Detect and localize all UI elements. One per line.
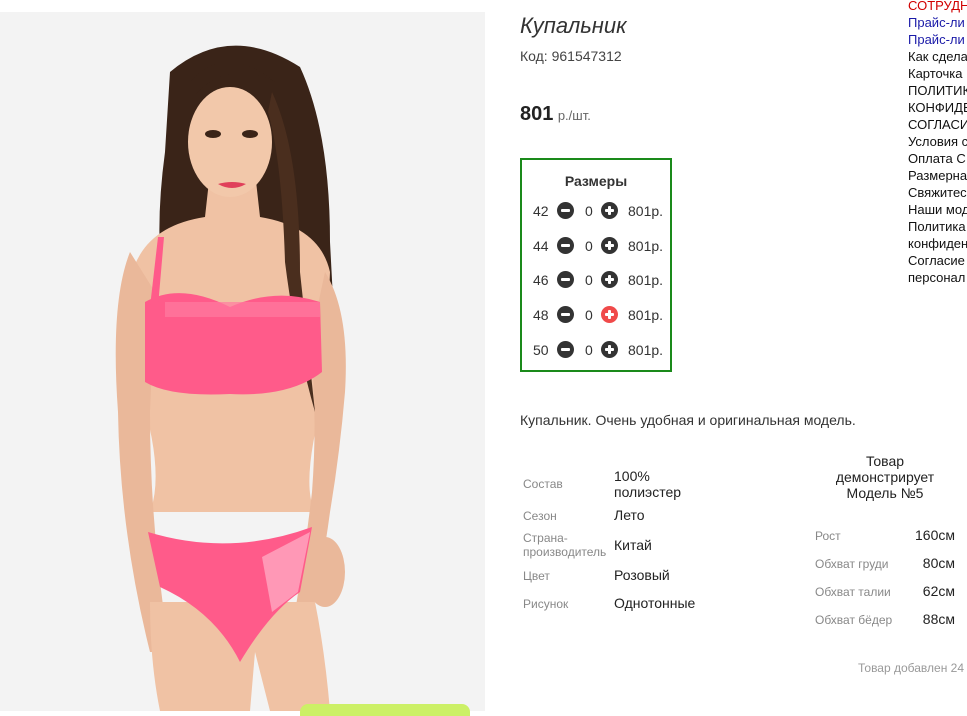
side-menu-item[interactable]: Наши мод [908, 201, 967, 218]
size-label: 48 [533, 307, 549, 323]
side-menu-item[interactable]: Прайс-ли [908, 14, 967, 31]
attr-value: Лето [614, 507, 645, 523]
side-menu-item[interactable]: Политика [908, 218, 967, 235]
minus-icon[interactable] [557, 271, 574, 288]
green-tab[interactable] [300, 704, 470, 716]
size-label: 46 [533, 272, 549, 288]
price-unit: р./шт. [557, 108, 591, 123]
plus-icon[interactable] [601, 202, 618, 219]
side-menu-item[interactable]: Размерна [908, 167, 967, 184]
side-menu-item[interactable]: СОГЛАСИ [908, 116, 967, 133]
product-title: Купальник [520, 13, 627, 38]
size-row: 42 0 801р. [522, 200, 670, 224]
sizes-box: Размеры 42 0 801р. 44 0 801р. 46 0 801р.… [520, 158, 672, 372]
product-code: Код: 961547312 [520, 48, 622, 64]
attr-label: Рисунок [523, 597, 569, 611]
side-menu-item[interactable]: Оплата С [908, 150, 967, 167]
attr-value: Китай [614, 537, 652, 553]
side-menu-item[interactable]: Условия с [908, 133, 967, 150]
attr-label: Состав [523, 477, 563, 491]
price: 801 р./шт. [520, 103, 591, 126]
size-label: 50 [533, 342, 549, 358]
side-menu-item[interactable]: Согласие [908, 252, 967, 269]
added-date: Товар добавлен 24 [858, 661, 965, 675]
attr-value: Розовый [614, 567, 670, 583]
minus-icon[interactable] [557, 202, 574, 219]
measurement-value: 80см [922, 555, 955, 571]
size-row: 44 0 801р. [522, 235, 670, 259]
price-amount: 801 [520, 103, 554, 125]
measurement-value: 62см [922, 583, 955, 599]
size-row: 48 0 801р. [522, 304, 670, 328]
size-row: 46 0 801р. [522, 269, 670, 293]
size-quantity: 0 [585, 238, 593, 254]
size-price: 801р. [628, 307, 664, 323]
product-description: Купальник. Очень удобная и оригинальная … [520, 412, 856, 428]
attr-label: Сезон [523, 509, 557, 523]
minus-icon[interactable] [557, 306, 574, 323]
minus-icon[interactable] [557, 237, 574, 254]
measurement-label: Рост [815, 529, 841, 543]
side-menu-item[interactable]: Свяжитес [908, 184, 967, 201]
size-price: 801р. [628, 272, 664, 288]
minus-icon[interactable] [557, 341, 574, 358]
size-price: 801р. [628, 203, 664, 219]
plus-icon[interactable] [601, 271, 618, 288]
attr-value: 100% полиэстер [614, 468, 682, 500]
side-menu-item[interactable]: персонал [908, 269, 967, 286]
plus-icon[interactable] [601, 237, 618, 254]
size-price: 801р. [628, 238, 664, 254]
model-illustration [0, 12, 485, 711]
size-row: 50 0 801р. [522, 339, 670, 363]
side-menu-item[interactable]: СОТРУДН [908, 0, 967, 14]
sizes-title: Размеры [564, 173, 628, 189]
measurement-value: 160см [915, 527, 955, 543]
size-price: 801р. [628, 342, 664, 358]
size-quantity: 0 [585, 342, 593, 358]
attr-label: Цвет [523, 569, 550, 583]
side-menu-item[interactable]: Как сдела [908, 48, 967, 65]
side-menu-item[interactable]: конфиден [908, 235, 967, 252]
side-menu-item[interactable]: ПОЛИТИК [908, 82, 967, 99]
measurement-label: Обхват груди [815, 557, 889, 571]
size-label: 42 [533, 203, 549, 219]
plus-icon[interactable] [601, 306, 618, 323]
attr-value: Однотонные [614, 595, 696, 611]
size-quantity: 0 [585, 307, 593, 323]
plus-icon[interactable] [601, 341, 618, 358]
side-menu-item[interactable]: Прайс-ли [908, 31, 967, 48]
size-label: 44 [533, 238, 549, 254]
product-photo[interactable] [0, 12, 485, 711]
attr-label: Страна-производитель [523, 531, 607, 559]
size-quantity: 0 [585, 203, 593, 219]
measurement-label: Обхват бёдер [815, 613, 893, 627]
side-menu-item[interactable]: Карточка [908, 65, 967, 82]
model-heading: Товар демонстрирует Модель №5 [835, 453, 935, 501]
side-menu: СОТРУДН Прайс-ли Прайс-ли Как сдела Карт… [908, 0, 967, 286]
measurement-value: 88см [922, 611, 955, 627]
side-menu-item[interactable]: КОНФИДЕ [908, 99, 967, 116]
size-quantity: 0 [585, 272, 593, 288]
measurement-label: Обхват талии [815, 585, 891, 599]
